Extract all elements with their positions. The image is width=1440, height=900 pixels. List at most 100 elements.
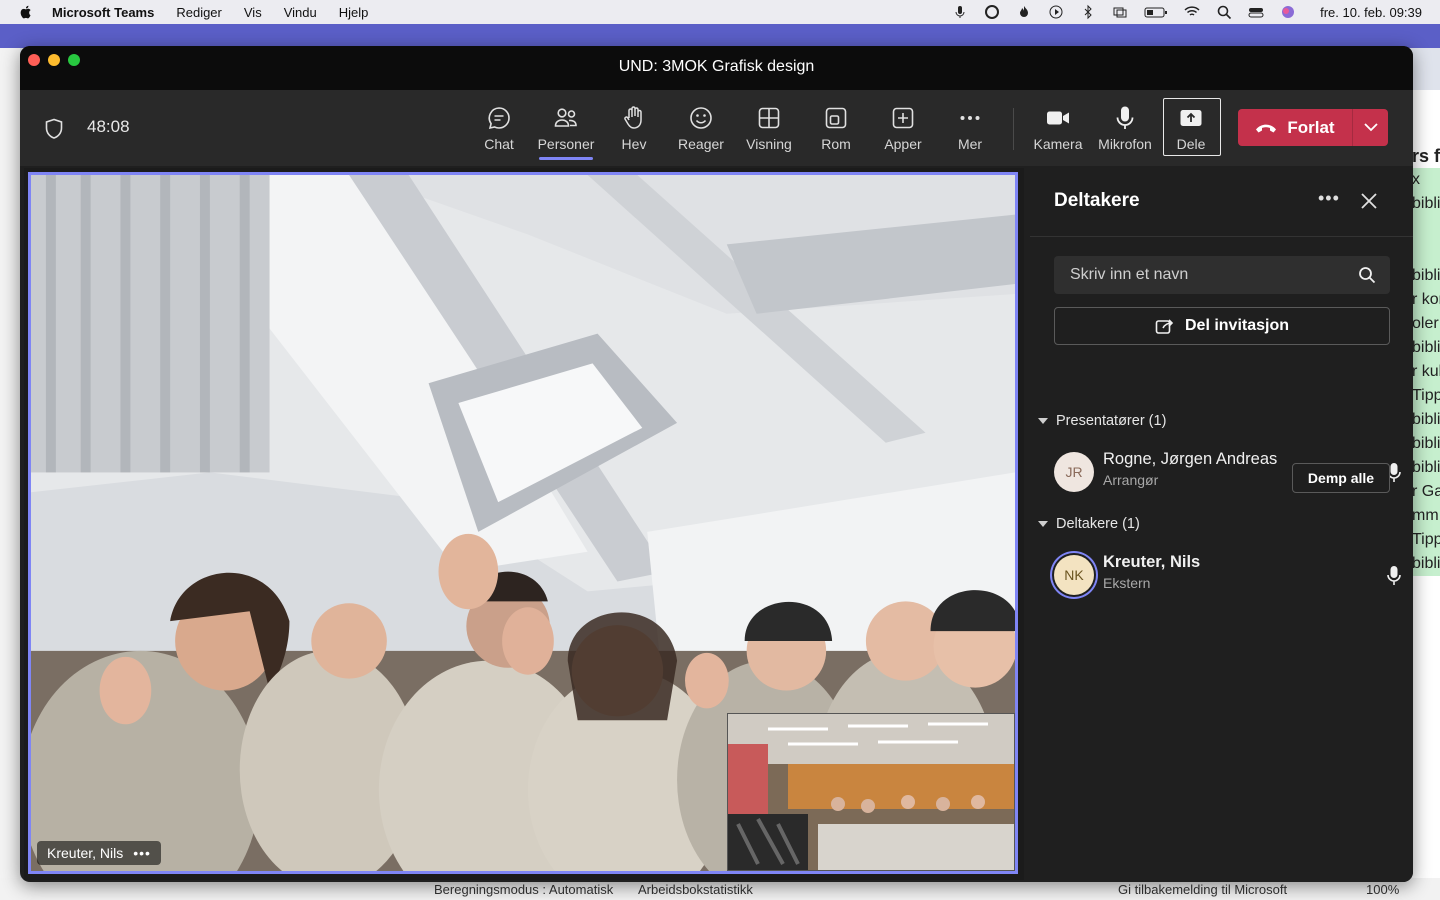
participant-role: Arrangør: [1103, 472, 1159, 488]
menu-view[interactable]: Vis: [244, 5, 262, 20]
menu-help[interactable]: Hjelp: [339, 5, 369, 20]
share-button[interactable]: Dele: [1161, 100, 1221, 156]
raise-hand-label: Hev: [621, 136, 647, 152]
bg-cell: bibli: [1412, 432, 1440, 456]
bg-cell: Tipp: [1412, 528, 1440, 552]
panel-more-options-icon[interactable]: •••: [1318, 188, 1340, 209]
chat-icon: [488, 107, 510, 130]
shield-icon[interactable]: [44, 118, 64, 140]
participants-panel: Deltakere ••• Del invitasjon Presentatør…: [1030, 168, 1413, 882]
panel-title: Deltakere: [1054, 190, 1140, 211]
speaker-video-tile[interactable]: Kreuter, Nils •••: [28, 172, 1018, 874]
chat-button[interactable]: Chat: [469, 100, 529, 156]
avatar: NK: [1054, 555, 1094, 595]
apps-button[interactable]: Apper: [873, 100, 933, 156]
bg-cell: bibli: [1412, 336, 1440, 360]
bg-cell: x: [1412, 168, 1440, 192]
microphone-button[interactable]: Mikrofon: [1095, 100, 1155, 156]
flame-icon[interactable]: [1016, 4, 1032, 20]
add-app-icon: [892, 107, 914, 129]
apps-label: Apper: [884, 136, 922, 152]
control-center-icon[interactable]: [1248, 4, 1264, 20]
self-view-feed: [728, 714, 1014, 870]
window-titlebar: UND: 3MOK Grafisk design: [20, 46, 1413, 90]
participant-name: Rogne, Jørgen Andreas: [1103, 450, 1278, 468]
share-label: Dele: [1176, 136, 1206, 152]
wifi-icon[interactable]: [1184, 4, 1200, 20]
more-options-icon[interactable]: •••: [133, 845, 151, 861]
leave-button[interactable]: Forlat: [1238, 109, 1352, 146]
workbook-stats-status[interactable]: Arbeidsbokstatistikk: [638, 882, 753, 897]
macos-menubar: Microsoft Teams Rediger Vis Vindu Hjelp …: [0, 0, 1440, 24]
self-view-video[interactable]: [727, 713, 1015, 871]
people-button[interactable]: Personer: [536, 100, 596, 160]
menu-app-name[interactable]: Microsoft Teams: [52, 5, 154, 20]
zoom-level[interactable]: 100%: [1366, 882, 1399, 897]
background-window-left: [0, 48, 20, 880]
calc-mode-status[interactable]: Beregningsmodus : Automatisk: [434, 882, 613, 897]
toolbar-divider: [1013, 108, 1014, 150]
bg-cell: mm: [1412, 504, 1440, 528]
mute-all-button[interactable]: Demp alle: [1292, 463, 1390, 493]
close-icon[interactable]: [1360, 192, 1378, 210]
presenters-section-toggle[interactable]: Presentatører (1): [1038, 413, 1166, 429]
search-icon[interactable]: [1358, 266, 1376, 284]
camera-icon: [1047, 111, 1069, 125]
microphone-icon: [1116, 106, 1134, 129]
leave-options-button[interactable]: [1353, 109, 1388, 146]
siri-icon[interactable]: [1280, 4, 1296, 20]
menubar-clock[interactable]: fre. 10. feb. 09:39: [1320, 5, 1422, 20]
speaker-name: Kreuter, Nils: [47, 845, 124, 861]
bg-cell: Tipp: [1412, 384, 1440, 408]
view-label: Visning: [746, 136, 792, 152]
mic-status-icon[interactable]: [952, 4, 968, 20]
raise-hand-icon: [624, 106, 642, 129]
attendees-section-toggle[interactable]: Deltakere (1): [1038, 516, 1140, 532]
raise-hand-button[interactable]: Hev: [604, 100, 664, 156]
creative-cloud-icon[interactable]: [984, 4, 1000, 20]
avatar: JR: [1054, 452, 1094, 492]
spotlight-search-icon[interactable]: [1216, 4, 1232, 20]
chat-label: Chat: [484, 136, 514, 152]
share-icon: [1180, 110, 1202, 126]
background-window-bar: [0, 24, 1440, 48]
react-button[interactable]: Reager: [671, 100, 731, 156]
participant-name: Kreuter, Nils: [1103, 553, 1201, 571]
camera-label: Kamera: [1033, 136, 1083, 152]
avatar-initials: JR: [1065, 464, 1083, 480]
more-button[interactable]: Mer: [940, 100, 1000, 156]
bluetooth-icon[interactable]: [1080, 4, 1096, 20]
people-icon: [554, 108, 577, 127]
bg-cell: r Ga: [1412, 480, 1440, 504]
participant-search-box[interactable]: [1054, 256, 1390, 294]
bg-cell: biblio: [1412, 456, 1440, 480]
rooms-icon: [825, 107, 847, 129]
rooms-button[interactable]: Rom: [806, 100, 866, 156]
teams-meeting-window: UND: 3MOK Grafisk design 48:08 Chat Pers…: [20, 46, 1413, 882]
menu-edit[interactable]: Rediger: [176, 5, 222, 20]
bg-cell: biblio: [1412, 552, 1440, 576]
speaker-name-tag[interactable]: Kreuter, Nils •••: [37, 841, 161, 865]
leave-label: Forlat: [1287, 117, 1335, 137]
participant-row[interactable]: NK Kreuter, Nils Ekstern: [1054, 551, 1401, 601]
menu-window[interactable]: Vindu: [284, 5, 317, 20]
share-invite-button[interactable]: Del invitasjon: [1054, 307, 1390, 345]
leave-button-group: Forlat: [1238, 109, 1388, 146]
share-invite-label: Del invitasjon: [1184, 317, 1290, 334]
feedback-link[interactable]: Gi tilbakemelding til Microsoft: [1118, 882, 1287, 897]
screen-mirror-icon[interactable]: [1112, 4, 1128, 20]
camera-button[interactable]: Kamera: [1028, 100, 1088, 156]
rooms-label: Rom: [821, 136, 851, 152]
bg-cell: rs f: [1412, 146, 1440, 166]
bg-cell: [1412, 240, 1440, 264]
play-icon[interactable]: [1048, 4, 1064, 20]
bg-cell: bibli: [1412, 192, 1440, 216]
battery-icon[interactable]: [1144, 4, 1168, 20]
window-title: UND: 3MOK Grafisk design: [618, 58, 815, 75]
view-button[interactable]: Visning: [739, 100, 799, 156]
search-input[interactable]: [1068, 265, 1352, 285]
microphone-icon[interactable]: [1386, 565, 1402, 587]
meeting-toolbar: 48:08 Chat Personer Hev Reager Visning R…: [20, 90, 1413, 166]
apple-logo-icon[interactable]: [18, 4, 34, 20]
participant-role: Ekstern: [1103, 575, 1151, 591]
